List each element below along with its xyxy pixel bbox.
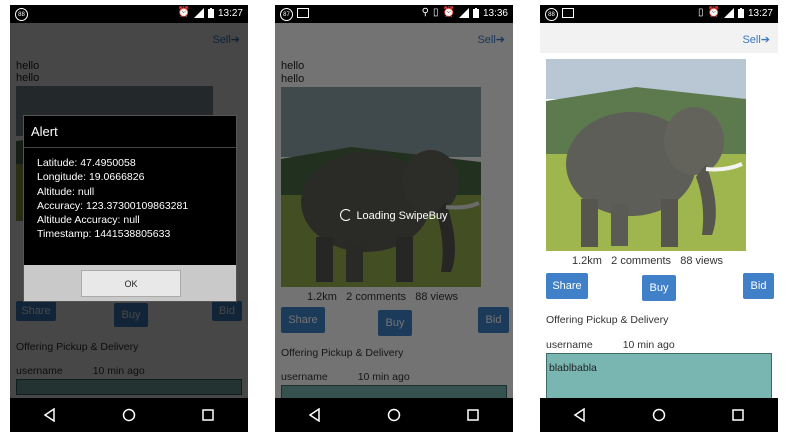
alert-footer: OK	[24, 265, 236, 301]
longitude-line: Longitude: 19.0666826	[37, 171, 145, 184]
status-bar: 87 ⚲ ▯ ⏰ 13:36	[275, 5, 513, 23]
status-bar: 88 ⏰ 13:27	[10, 5, 248, 23]
image-icon	[297, 8, 309, 18]
alert-message: Latitude: 47.4950058 Longitude: 19.06668…	[37, 156, 188, 242]
elephant-photo	[546, 59, 746, 251]
loading-text: Loading SwipeBuy	[356, 210, 448, 222]
latitude-line: Latitude: 47.4950058	[37, 157, 136, 169]
signal-icon	[723, 8, 734, 18]
accuracy-line: Accuracy: 123.37300109863281	[37, 199, 189, 212]
status-time: 13:36	[482, 7, 508, 19]
alarm-icon: ⏰	[177, 7, 190, 18]
app-screen: Sell➔ hello hello 1.2km 2 comments 88 vi…	[275, 23, 513, 398]
back-icon[interactable]	[573, 408, 587, 422]
status-bar: 88 ▯ ⏰ 13:27	[540, 5, 778, 23]
status-time: 13:27	[747, 7, 773, 19]
recents-icon[interactable]	[201, 408, 215, 422]
navigation-bar	[275, 398, 513, 432]
alarm-icon: ⏰	[442, 7, 455, 18]
altitude-accuracy-line: Altitude Accuracy: null	[37, 214, 140, 227]
navigation-bar	[10, 398, 248, 432]
notification-badge: 88	[15, 8, 28, 21]
home-icon[interactable]	[652, 408, 666, 422]
notification-badge: 88	[545, 8, 558, 21]
recents-icon[interactable]	[731, 408, 745, 422]
username: username	[546, 339, 593, 351]
app-screen: Sell➔ hello hello Share Buy Bid Offering…	[10, 23, 248, 398]
back-icon[interactable]	[308, 408, 322, 422]
location-icon: ⚲	[421, 7, 429, 18]
views-count: 88 views	[680, 255, 724, 267]
alert-dialog: Alert Latitude: 47.4950058 Longitude: 19…	[23, 115, 237, 302]
loading-indicator: Loading SwipeBuy	[275, 209, 513, 222]
offering-text: Offering Pickup & Delivery	[546, 314, 669, 326]
alert-title: Alert	[31, 124, 58, 139]
bid-button[interactable]: Bid	[743, 273, 774, 299]
recents-icon[interactable]	[466, 408, 480, 422]
status-time: 13:27	[217, 7, 243, 19]
buy-button[interactable]: Buy	[642, 275, 676, 301]
battery-icon	[472, 8, 479, 18]
ok-button[interactable]: OK	[81, 270, 181, 297]
home-icon[interactable]	[122, 408, 136, 422]
battery-icon	[737, 8, 744, 18]
post-stats: 1.2km 2 comments 88 views	[572, 255, 723, 267]
share-button[interactable]: Share	[546, 273, 588, 299]
comment-text: blablbabla	[549, 362, 597, 374]
comments-count: 2 comments	[611, 255, 672, 267]
phone-screen-3: 88 ▯ ⏰ 13:27 Sell➔ 1.2km 2 comments 88 v…	[540, 5, 778, 432]
image-icon	[562, 8, 574, 18]
alarm-icon: ⏰	[707, 7, 720, 18]
altitude-line: Altitude: null	[37, 185, 95, 198]
sell-link[interactable]: Sell➔	[742, 33, 770, 46]
navigation-bar	[540, 398, 778, 432]
battery-icon	[207, 8, 214, 18]
notification-badge: 87	[280, 8, 293, 21]
signal-icon	[458, 8, 469, 18]
comment-box: blablbabla	[546, 353, 772, 398]
signal-icon	[193, 8, 204, 18]
spinner-icon	[340, 209, 353, 221]
divider	[24, 147, 236, 148]
app-screen: Sell➔ 1.2km 2 comments 88 views Share Bu…	[540, 23, 778, 398]
back-icon[interactable]	[43, 408, 57, 422]
phone-screen-2: 87 ⚲ ▯ ⏰ 13:36 Sell➔ hello hello	[275, 5, 513, 432]
timestamp-line: Timestamp: 1441538805633	[37, 228, 171, 241]
vibrate-icon: ▯	[433, 7, 439, 18]
home-icon[interactable]	[387, 408, 401, 422]
time-ago: 10 min ago	[622, 339, 675, 351]
distance: 1.2km	[572, 255, 602, 267]
user-line: username 10 min ago	[546, 339, 675, 351]
phone-screen-1: 88 ⏰ 13:27 Sell➔ hello hello	[10, 5, 248, 432]
vibrate-icon: ▯	[698, 7, 704, 18]
